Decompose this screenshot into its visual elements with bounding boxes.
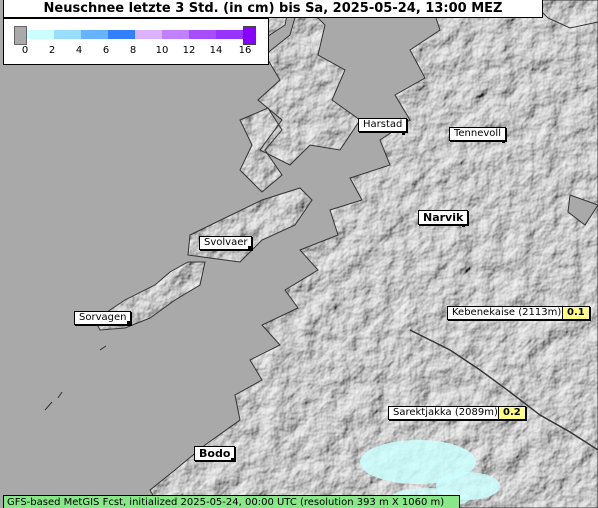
place-marker bbox=[402, 132, 405, 135]
legend: 0 2 4 6 8 10 12 14 16 bbox=[3, 18, 269, 65]
legend-tick: 4 bbox=[75, 45, 83, 56]
legend-tick: 12 bbox=[182, 45, 196, 56]
legend-tick: 16 bbox=[238, 45, 252, 56]
legend-swatch bbox=[135, 30, 162, 39]
place-label-svolvaer: Svolvaer bbox=[199, 236, 253, 250]
terrain-map bbox=[0, 0, 598, 508]
legend-swatch bbox=[189, 30, 216, 39]
place-label-sarektjakka: Sarektjakka (2089m) bbox=[388, 406, 503, 420]
legend-swatch bbox=[108, 30, 135, 39]
model-info-footer: GFS-based MetGIS Fcst, initialized 2025-… bbox=[3, 495, 460, 508]
place-marker bbox=[231, 458, 234, 461]
legend-colorbar bbox=[14, 26, 256, 45]
snowfall-value: 0.1 bbox=[562, 306, 590, 320]
snowfall-map: Neuschnee letzte 3 Std. (in cm) bis Sa, … bbox=[0, 0, 598, 508]
legend-swatch bbox=[54, 30, 81, 39]
legend-over-swatch bbox=[243, 26, 256, 45]
place-marker bbox=[248, 246, 251, 249]
place-label-bodo: Bodo bbox=[194, 446, 236, 461]
place-label-kebenekaise: Kebenekaise (2113m) bbox=[447, 306, 567, 320]
legend-tick: 2 bbox=[48, 45, 56, 56]
place-label-tennevoll: Tennevoll bbox=[449, 127, 506, 141]
place-marker bbox=[462, 224, 465, 227]
legend-swatch bbox=[162, 30, 189, 39]
legend-swatch bbox=[27, 30, 54, 39]
legend-tick: 10 bbox=[155, 45, 169, 56]
place-marker bbox=[127, 321, 130, 324]
legend-tick: 0 bbox=[21, 45, 29, 56]
map-title: Neuschnee letzte 3 Std. (in cm) bis Sa, … bbox=[3, 0, 543, 18]
place-label-harstad: Harstad bbox=[358, 118, 408, 132]
legend-ticks: 0 2 4 6 8 10 12 14 16 bbox=[4, 45, 268, 59]
place-marker bbox=[502, 140, 505, 143]
legend-tick: 14 bbox=[209, 45, 223, 56]
snowfall-value: 0.2 bbox=[498, 406, 526, 420]
legend-tick: 8 bbox=[129, 45, 137, 56]
legend-swatch bbox=[216, 30, 243, 39]
place-label-sorvagen: Sorvagen bbox=[74, 311, 132, 325]
legend-under-swatch bbox=[14, 26, 27, 45]
place-label-narvik: Narvik bbox=[418, 210, 469, 225]
legend-swatch bbox=[81, 30, 108, 39]
legend-tick: 6 bbox=[102, 45, 110, 56]
